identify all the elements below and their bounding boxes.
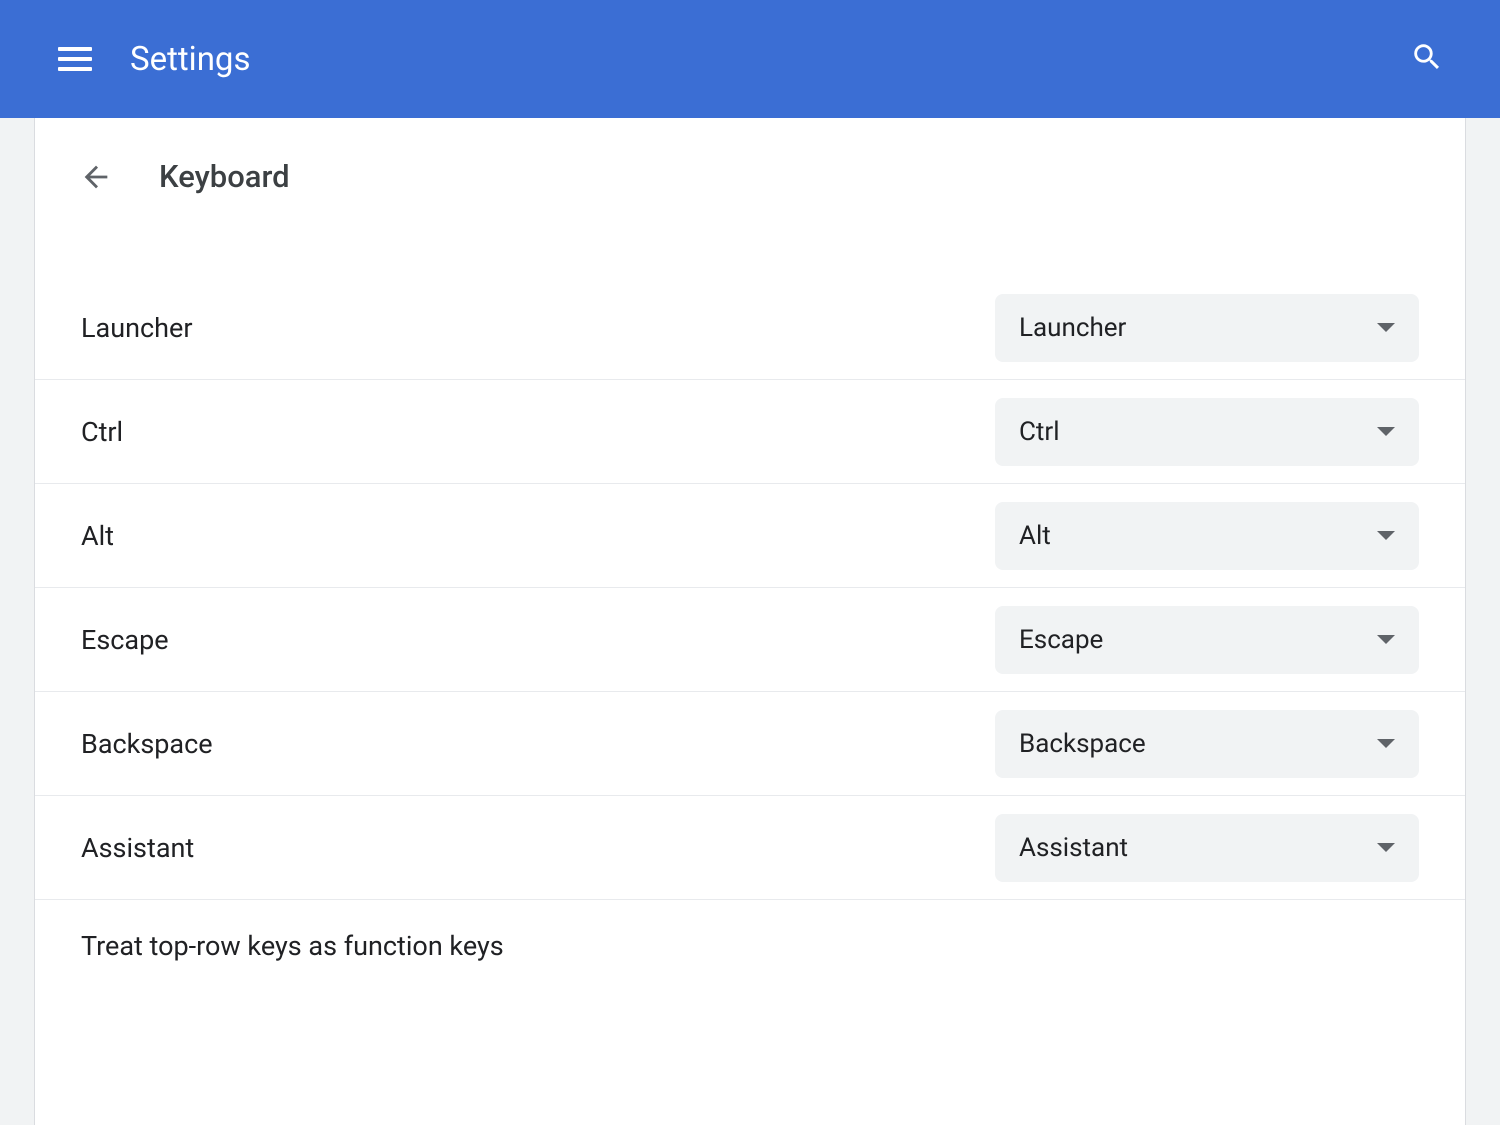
dropdown-value: Ctrl [1019, 417, 1060, 447]
key-dropdown-assistant[interactable]: Assistant [995, 814, 1419, 882]
key-dropdown-backspace[interactable]: Backspace [995, 710, 1419, 778]
key-label: Assistant [81, 832, 194, 864]
subheader: Keyboard [35, 118, 1465, 253]
key-label: Alt [81, 520, 114, 552]
key-row-alt: Alt Alt [35, 484, 1465, 588]
content-wrapper: Keyboard Launcher Launcher Ctrl Ctrl Alt [0, 118, 1500, 1125]
key-label: Launcher [81, 312, 193, 344]
chevron-down-icon [1377, 531, 1395, 540]
dropdown-value: Backspace [1019, 729, 1146, 759]
app-header: Settings [0, 0, 1500, 118]
chevron-down-icon [1377, 739, 1395, 748]
search-icon[interactable] [1410, 40, 1444, 78]
page-title: Keyboard [159, 158, 290, 195]
chevron-down-icon [1377, 427, 1395, 436]
chevron-down-icon [1377, 635, 1395, 644]
key-remap-list: Launcher Launcher Ctrl Ctrl Alt Alt [35, 275, 1465, 900]
key-label: Escape [81, 624, 169, 656]
key-label: Ctrl [81, 416, 123, 448]
content-panel: Keyboard Launcher Launcher Ctrl Ctrl Alt [34, 118, 1466, 1125]
toggle-label: Treat top-row keys as function keys [81, 930, 504, 962]
back-arrow-icon[interactable] [79, 160, 113, 194]
key-dropdown-escape[interactable]: Escape [995, 606, 1419, 674]
key-dropdown-ctrl[interactable]: Ctrl [995, 398, 1419, 466]
key-row-assistant: Assistant Assistant [35, 796, 1465, 900]
key-row-ctrl: Ctrl Ctrl [35, 380, 1465, 484]
dropdown-value: Escape [1019, 625, 1103, 655]
dropdown-value: Alt [1019, 521, 1051, 551]
key-row-backspace: Backspace Backspace [35, 692, 1465, 796]
dropdown-value: Assistant [1019, 833, 1128, 863]
key-row-launcher: Launcher Launcher [35, 276, 1465, 380]
key-row-escape: Escape Escape [35, 588, 1465, 692]
chevron-down-icon [1377, 323, 1395, 332]
chevron-down-icon [1377, 843, 1395, 852]
key-dropdown-launcher[interactable]: Launcher [995, 294, 1419, 362]
key-label: Backspace [81, 728, 213, 760]
key-dropdown-alt[interactable]: Alt [995, 502, 1419, 570]
app-title: Settings [130, 40, 251, 79]
function-keys-toggle-row: Treat top-row keys as function keys [35, 900, 1465, 962]
menu-icon[interactable] [58, 47, 92, 71]
dropdown-value: Launcher [1019, 313, 1126, 343]
